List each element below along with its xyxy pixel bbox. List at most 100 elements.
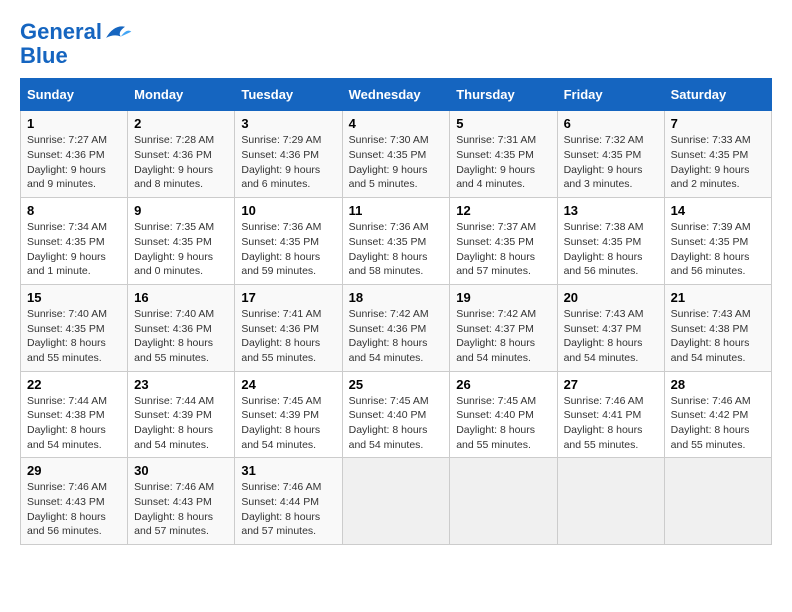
day-number: 21 xyxy=(671,290,765,305)
weekday-header: Monday xyxy=(128,79,235,111)
calendar-day-cell: 30 Sunrise: 7:46 AM Sunset: 4:43 PM Dayl… xyxy=(128,458,235,545)
weekday-header: Friday xyxy=(557,79,664,111)
day-info: Sunrise: 7:30 AM Sunset: 4:35 PM Dayligh… xyxy=(349,133,444,192)
day-info: Sunrise: 7:46 AM Sunset: 4:42 PM Dayligh… xyxy=(671,394,765,453)
day-info: Sunrise: 7:31 AM Sunset: 4:35 PM Dayligh… xyxy=(456,133,550,192)
calendar-day-cell xyxy=(342,458,450,545)
day-info: Sunrise: 7:46 AM Sunset: 4:43 PM Dayligh… xyxy=(27,480,121,539)
day-info: Sunrise: 7:37 AM Sunset: 4:35 PM Dayligh… xyxy=(456,220,550,279)
day-info: Sunrise: 7:43 AM Sunset: 4:38 PM Dayligh… xyxy=(671,307,765,366)
calendar-day-cell: 5 Sunrise: 7:31 AM Sunset: 4:35 PM Dayli… xyxy=(450,111,557,198)
day-number: 8 xyxy=(27,203,121,218)
day-number: 18 xyxy=(349,290,444,305)
day-number: 9 xyxy=(134,203,228,218)
day-number: 4 xyxy=(349,116,444,131)
day-number: 3 xyxy=(241,116,335,131)
calendar-day-cell: 3 Sunrise: 7:29 AM Sunset: 4:36 PM Dayli… xyxy=(235,111,342,198)
calendar-day-cell xyxy=(557,458,664,545)
day-number: 7 xyxy=(671,116,765,131)
calendar-day-cell: 15 Sunrise: 7:40 AM Sunset: 4:35 PM Dayl… xyxy=(21,284,128,371)
weekday-header-row: SundayMondayTuesdayWednesdayThursdayFrid… xyxy=(21,79,772,111)
day-info: Sunrise: 7:34 AM Sunset: 4:35 PM Dayligh… xyxy=(27,220,121,279)
calendar-day-cell: 10 Sunrise: 7:36 AM Sunset: 4:35 PM Dayl… xyxy=(235,198,342,285)
calendar-day-cell: 22 Sunrise: 7:44 AM Sunset: 4:38 PM Dayl… xyxy=(21,371,128,458)
day-info: Sunrise: 7:33 AM Sunset: 4:35 PM Dayligh… xyxy=(671,133,765,192)
day-number: 31 xyxy=(241,463,335,478)
calendar-day-cell: 11 Sunrise: 7:36 AM Sunset: 4:35 PM Dayl… xyxy=(342,198,450,285)
day-info: Sunrise: 7:44 AM Sunset: 4:39 PM Dayligh… xyxy=(134,394,228,453)
day-info: Sunrise: 7:36 AM Sunset: 4:35 PM Dayligh… xyxy=(241,220,335,279)
day-number: 28 xyxy=(671,377,765,392)
day-info: Sunrise: 7:42 AM Sunset: 4:36 PM Dayligh… xyxy=(349,307,444,366)
calendar-table: SundayMondayTuesdayWednesdayThursdayFrid… xyxy=(20,78,772,545)
day-info: Sunrise: 7:41 AM Sunset: 4:36 PM Dayligh… xyxy=(241,307,335,366)
day-number: 6 xyxy=(564,116,658,131)
calendar-day-cell: 7 Sunrise: 7:33 AM Sunset: 4:35 PM Dayli… xyxy=(664,111,771,198)
calendar-day-cell: 25 Sunrise: 7:45 AM Sunset: 4:40 PM Dayl… xyxy=(342,371,450,458)
day-number: 27 xyxy=(564,377,658,392)
calendar-day-cell: 17 Sunrise: 7:41 AM Sunset: 4:36 PM Dayl… xyxy=(235,284,342,371)
day-info: Sunrise: 7:29 AM Sunset: 4:36 PM Dayligh… xyxy=(241,133,335,192)
weekday-header: Thursday xyxy=(450,79,557,111)
weekday-header: Wednesday xyxy=(342,79,450,111)
calendar-day-cell: 29 Sunrise: 7:46 AM Sunset: 4:43 PM Dayl… xyxy=(21,458,128,545)
calendar-day-cell: 14 Sunrise: 7:39 AM Sunset: 4:35 PM Dayl… xyxy=(664,198,771,285)
logo-text: GeneralBlue xyxy=(20,20,132,68)
day-number: 26 xyxy=(456,377,550,392)
calendar-day-cell: 23 Sunrise: 7:44 AM Sunset: 4:39 PM Dayl… xyxy=(128,371,235,458)
day-info: Sunrise: 7:46 AM Sunset: 4:41 PM Dayligh… xyxy=(564,394,658,453)
weekday-header: Saturday xyxy=(664,79,771,111)
calendar-day-cell xyxy=(450,458,557,545)
calendar-day-cell: 6 Sunrise: 7:32 AM Sunset: 4:35 PM Dayli… xyxy=(557,111,664,198)
calendar-day-cell: 28 Sunrise: 7:46 AM Sunset: 4:42 PM Dayl… xyxy=(664,371,771,458)
day-number: 14 xyxy=(671,203,765,218)
calendar-day-cell: 19 Sunrise: 7:42 AM Sunset: 4:37 PM Dayl… xyxy=(450,284,557,371)
calendar-day-cell: 20 Sunrise: 7:43 AM Sunset: 4:37 PM Dayl… xyxy=(557,284,664,371)
calendar-day-cell: 31 Sunrise: 7:46 AM Sunset: 4:44 PM Dayl… xyxy=(235,458,342,545)
calendar-day-cell xyxy=(664,458,771,545)
day-number: 23 xyxy=(134,377,228,392)
day-info: Sunrise: 7:40 AM Sunset: 4:36 PM Dayligh… xyxy=(134,307,228,366)
day-number: 11 xyxy=(349,203,444,218)
day-number: 25 xyxy=(349,377,444,392)
calendar-day-cell: 26 Sunrise: 7:45 AM Sunset: 4:40 PM Dayl… xyxy=(450,371,557,458)
day-info: Sunrise: 7:43 AM Sunset: 4:37 PM Dayligh… xyxy=(564,307,658,366)
day-number: 2 xyxy=(134,116,228,131)
weekday-header: Tuesday xyxy=(235,79,342,111)
day-number: 30 xyxy=(134,463,228,478)
day-info: Sunrise: 7:46 AM Sunset: 4:44 PM Dayligh… xyxy=(241,480,335,539)
day-number: 16 xyxy=(134,290,228,305)
calendar-day-cell: 18 Sunrise: 7:42 AM Sunset: 4:36 PM Dayl… xyxy=(342,284,450,371)
calendar-week-row: 1 Sunrise: 7:27 AM Sunset: 4:36 PM Dayli… xyxy=(21,111,772,198)
day-number: 24 xyxy=(241,377,335,392)
day-number: 10 xyxy=(241,203,335,218)
day-number: 29 xyxy=(27,463,121,478)
calendar-day-cell: 12 Sunrise: 7:37 AM Sunset: 4:35 PM Dayl… xyxy=(450,198,557,285)
calendar-day-cell: 8 Sunrise: 7:34 AM Sunset: 4:35 PM Dayli… xyxy=(21,198,128,285)
day-info: Sunrise: 7:45 AM Sunset: 4:40 PM Dayligh… xyxy=(349,394,444,453)
day-info: Sunrise: 7:28 AM Sunset: 4:36 PM Dayligh… xyxy=(134,133,228,192)
day-number: 13 xyxy=(564,203,658,218)
day-number: 17 xyxy=(241,290,335,305)
day-number: 22 xyxy=(27,377,121,392)
day-info: Sunrise: 7:45 AM Sunset: 4:39 PM Dayligh… xyxy=(241,394,335,453)
calendar-week-row: 22 Sunrise: 7:44 AM Sunset: 4:38 PM Dayl… xyxy=(21,371,772,458)
day-info: Sunrise: 7:40 AM Sunset: 4:35 PM Dayligh… xyxy=(27,307,121,366)
calendar-week-row: 15 Sunrise: 7:40 AM Sunset: 4:35 PM Dayl… xyxy=(21,284,772,371)
day-info: Sunrise: 7:42 AM Sunset: 4:37 PM Dayligh… xyxy=(456,307,550,366)
day-info: Sunrise: 7:44 AM Sunset: 4:38 PM Dayligh… xyxy=(27,394,121,453)
day-info: Sunrise: 7:32 AM Sunset: 4:35 PM Dayligh… xyxy=(564,133,658,192)
calendar-day-cell: 27 Sunrise: 7:46 AM Sunset: 4:41 PM Dayl… xyxy=(557,371,664,458)
calendar-day-cell: 13 Sunrise: 7:38 AM Sunset: 4:35 PM Dayl… xyxy=(557,198,664,285)
calendar-day-cell: 24 Sunrise: 7:45 AM Sunset: 4:39 PM Dayl… xyxy=(235,371,342,458)
calendar-day-cell: 1 Sunrise: 7:27 AM Sunset: 4:36 PM Dayli… xyxy=(21,111,128,198)
logo: GeneralBlue xyxy=(20,20,132,68)
day-info: Sunrise: 7:46 AM Sunset: 4:43 PM Dayligh… xyxy=(134,480,228,539)
day-number: 19 xyxy=(456,290,550,305)
calendar-day-cell: 16 Sunrise: 7:40 AM Sunset: 4:36 PM Dayl… xyxy=(128,284,235,371)
calendar-day-cell: 4 Sunrise: 7:30 AM Sunset: 4:35 PM Dayli… xyxy=(342,111,450,198)
day-number: 1 xyxy=(27,116,121,131)
calendar-week-row: 8 Sunrise: 7:34 AM Sunset: 4:35 PM Dayli… xyxy=(21,198,772,285)
day-info: Sunrise: 7:27 AM Sunset: 4:36 PM Dayligh… xyxy=(27,133,121,192)
calendar-day-cell: 2 Sunrise: 7:28 AM Sunset: 4:36 PM Dayli… xyxy=(128,111,235,198)
